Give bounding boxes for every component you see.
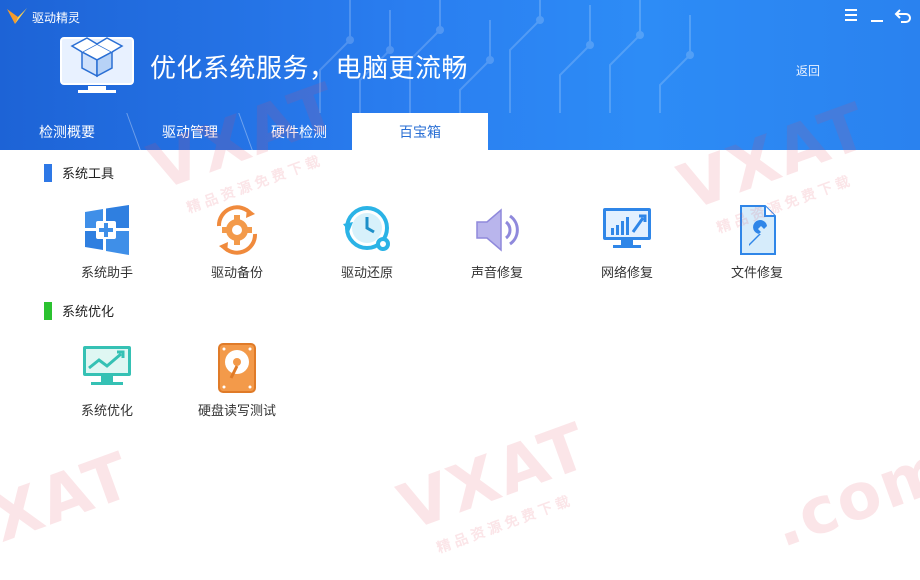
monitor-chart-icon	[83, 346, 131, 385]
hero-box-icon	[60, 37, 134, 93]
tab-toolbox[interactable]: 百宝箱	[352, 113, 488, 150]
watermark: .com	[763, 431, 920, 562]
watermark-domain: .com	[762, 431, 920, 563]
file-wrench-icon	[740, 205, 776, 255]
headline: 优化系统服务，电脑更流畅	[150, 54, 469, 84]
tool-driver-backup[interactable]: 驱动备份	[177, 204, 297, 281]
watermark: VXAT	[0, 439, 142, 575]
tool-driver-restore[interactable]: 驱动还原	[307, 204, 427, 281]
tool-label: 系统助手	[80, 266, 133, 281]
tab-driver-management[interactable]: 驱动管理	[134, 113, 246, 150]
tool-label: 文件修复	[730, 266, 783, 281]
app-title: 驱动精灵	[32, 11, 81, 25]
section-accent-bar	[44, 301, 52, 320]
return-icon[interactable]	[894, 6, 912, 24]
gear-backup-icon	[216, 205, 258, 255]
watermark-brand: VXAT	[0, 438, 142, 576]
section-accent-bar	[44, 163, 52, 182]
tool-sound-repair[interactable]: 声音修复	[437, 204, 557, 281]
watermark-brand: VXAT	[389, 409, 599, 546]
tool-system-assistant[interactable]: 系统助手	[47, 204, 167, 281]
tool-system-optimize[interactable]: 系统优化	[47, 342, 167, 419]
tab-overview[interactable]: 检测概要	[0, 113, 134, 150]
hard-disk-icon	[218, 343, 256, 393]
windows-plus-icon	[85, 205, 129, 255]
menu-icon[interactable]	[842, 6, 860, 24]
section-system-tools: 系统工具	[44, 163, 114, 182]
watermark: VXAT 精品资源免费下载	[390, 409, 605, 564]
tool-label: 驱动备份	[210, 266, 263, 281]
tool-label: 声音修复	[470, 266, 523, 281]
minimize-icon[interactable]	[868, 6, 886, 24]
tool-label: 网络修复	[600, 266, 653, 281]
network-monitor-icon	[603, 208, 651, 248]
back-link[interactable]: 返回	[796, 62, 820, 79]
clock-restore-icon	[343, 206, 390, 251]
tab-hardware-detection[interactable]: 硬件检测	[246, 113, 352, 150]
section-system-optimization: 系统优化	[44, 301, 114, 320]
section-title: 系统工具	[62, 167, 115, 182]
app-logo-icon	[7, 8, 27, 24]
watermark-tagline: 精品资源免费下载	[434, 492, 576, 557]
tab-bar: 检测概要 驱动管理 硬件检测 百宝箱	[0, 113, 920, 150]
tool-label: 驱动还原	[340, 266, 393, 281]
speaker-icon	[476, 208, 519, 252]
tool-label: 系统优化	[80, 404, 133, 419]
tool-disk-rw-test[interactable]: 硬盘读写测试	[177, 342, 297, 419]
section-title: 系统优化	[62, 305, 115, 320]
tool-label: 硬盘读写测试	[197, 404, 276, 419]
tool-file-repair[interactable]: 文件修复	[697, 204, 817, 281]
window-controls	[842, 6, 912, 24]
tool-network-repair[interactable]: 网络修复	[567, 204, 687, 281]
